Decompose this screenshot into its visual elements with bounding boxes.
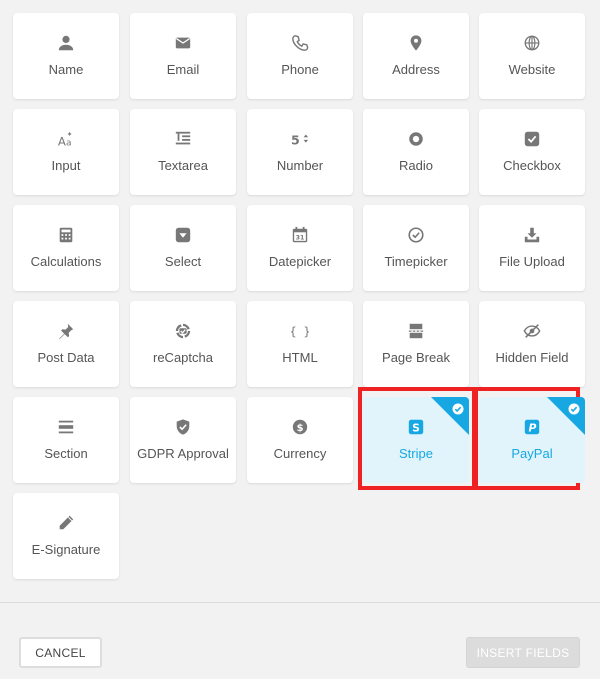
calculator-icon [56, 225, 76, 245]
phone-icon [290, 33, 310, 53]
field-label: Calculations [30, 254, 102, 269]
field-tile-phone[interactable]: Phone [247, 13, 353, 99]
field-tile-hidden-field[interactable]: Hidden Field [479, 301, 585, 387]
textarea-icon [173, 129, 193, 149]
field-tile-timepicker[interactable]: Timepicker [363, 205, 469, 291]
field-label: Currency [273, 446, 327, 461]
svg-text:{ }: { } [291, 325, 309, 339]
field-label: Name [48, 62, 84, 77]
field-tile-input[interactable]: Aa Input [13, 109, 119, 195]
field-label: Stripe [399, 446, 433, 461]
field-grid: Name Email Phone Address Website Aa Input Texta… [0, 0, 600, 602]
paypal-icon: P [522, 417, 542, 437]
field-label: Section [44, 446, 88, 461]
field-tile-name[interactable]: Name [13, 13, 119, 99]
field-label: Number [276, 158, 324, 173]
field-label: Post Data [37, 350, 95, 365]
svg-text:S: S [412, 422, 420, 435]
field-tile-stripe[interactable]: S Stripe [363, 397, 469, 483]
shield-check-icon [173, 417, 193, 437]
svg-text:P: P [528, 422, 536, 435]
field-label: HTML [282, 350, 318, 365]
field-label: File Upload [499, 254, 565, 269]
svg-text:$: $ [297, 423, 304, 434]
field-label: Input [51, 158, 81, 173]
field-tile-select[interactable]: Select [130, 205, 236, 291]
select-dropdown-icon [173, 225, 193, 245]
page-break-icon [406, 321, 426, 341]
text-size-icon: Aa [56, 129, 76, 149]
number-icon: 5 [290, 129, 310, 149]
field-tile-address[interactable]: Address [363, 13, 469, 99]
field-tile-website[interactable]: Website [479, 13, 585, 99]
recaptcha-icon [173, 321, 193, 341]
clock-icon [406, 225, 426, 245]
field-label: Timepicker [384, 254, 448, 269]
insert-fields-button[interactable]: INSERT FIELDS [466, 637, 580, 668]
field-tile-number[interactable]: 5 Number [247, 109, 353, 195]
field-label: Select [164, 254, 202, 269]
checkbox-icon [522, 129, 542, 149]
check-circle-icon [452, 402, 464, 415]
field-label: Address [392, 62, 440, 77]
field-label: Page Break [382, 350, 450, 365]
upload-icon [522, 225, 542, 245]
dialog-footer: CANCEL INSERT FIELDS [0, 602, 600, 679]
stripe-icon: S [406, 417, 426, 437]
field-tile-checkbox[interactable]: Checkbox [479, 109, 585, 195]
field-tile-currency[interactable]: $ Currency [247, 397, 353, 483]
field-tile-page-break[interactable]: Page Break [363, 301, 469, 387]
field-tile-file-upload[interactable]: File Upload [479, 205, 585, 291]
field-tile-post-data[interactable]: Post Data [13, 301, 119, 387]
field-label: reCaptcha [153, 350, 213, 365]
calendar-icon: 31 [290, 225, 310, 245]
field-label: Hidden Field [495, 350, 569, 365]
svg-text:a: a [66, 138, 72, 148]
map-pin-icon [406, 33, 426, 53]
globe-icon [522, 33, 542, 53]
field-tile-recaptcha[interactable]: reCaptcha [130, 301, 236, 387]
field-label: E-Signature [31, 542, 101, 557]
envelope-icon [173, 33, 193, 53]
cancel-button[interactable]: CANCEL [19, 637, 102, 668]
field-tile-gdpr-approval[interactable]: GDPR Approval [130, 397, 236, 483]
check-circle-icon [568, 402, 580, 415]
section-icon [56, 417, 76, 437]
pin-icon [56, 321, 76, 341]
eye-off-icon [522, 321, 542, 341]
field-tile-radio[interactable]: Radio [363, 109, 469, 195]
field-label: Radio [399, 158, 433, 173]
field-tile-paypal[interactable]: P PayPal [479, 397, 585, 483]
field-tile-datepicker[interactable]: 31 Datepicker [247, 205, 353, 291]
field-tile-textarea[interactable]: Textarea [130, 109, 236, 195]
field-tile-section[interactable]: Section [13, 397, 119, 483]
pen-icon [56, 513, 76, 533]
field-label: Phone [281, 62, 319, 77]
field-tile-email[interactable]: Email [130, 13, 236, 99]
field-label: Datepicker [268, 254, 332, 269]
code-braces-icon: { } [290, 321, 310, 341]
svg-text:5: 5 [291, 132, 300, 147]
radio-icon [406, 129, 426, 149]
field-label: Checkbox [503, 158, 561, 173]
field-tile-e-signature[interactable]: E-Signature [13, 493, 119, 579]
dollar-icon: $ [290, 417, 310, 437]
field-label: Email [166, 62, 200, 77]
field-label: PayPal [511, 446, 553, 461]
field-tile-html[interactable]: { } HTML [247, 301, 353, 387]
field-label: Website [508, 62, 556, 77]
svg-text:A: A [58, 134, 66, 148]
user-icon [56, 33, 76, 53]
field-label: GDPR Approval [137, 446, 229, 461]
field-tile-calculations[interactable]: Calculations [13, 205, 119, 291]
field-label: Textarea [158, 158, 208, 173]
svg-text:31: 31 [296, 235, 305, 242]
